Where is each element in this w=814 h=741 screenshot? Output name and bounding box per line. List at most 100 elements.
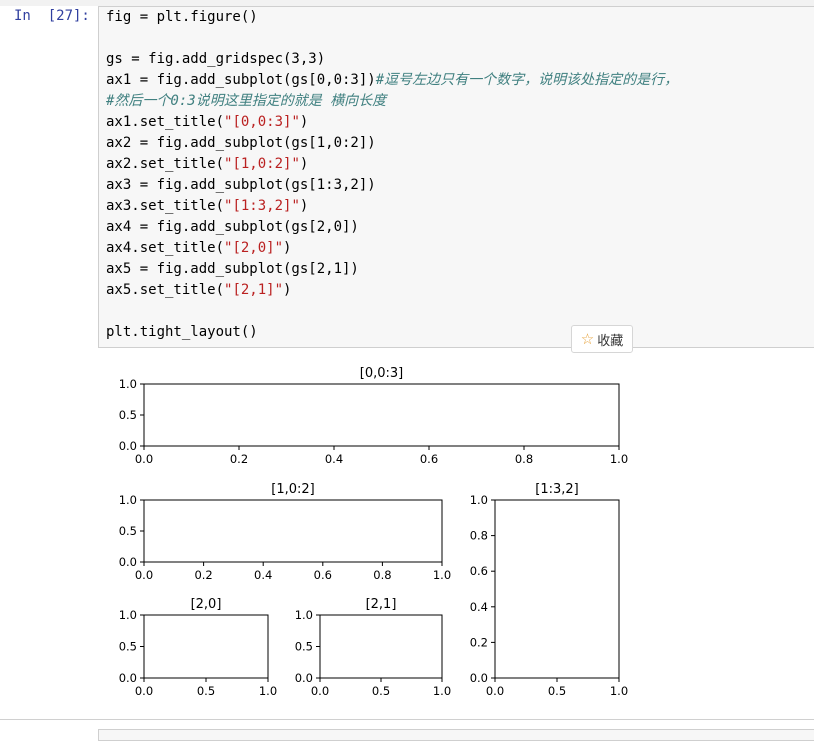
axes-frame bbox=[143, 614, 269, 679]
code-token: fig = plt.figure() bbox=[106, 9, 258, 25]
subplot-title: [1,0:2] bbox=[271, 482, 314, 497]
code-comment: #逗号左边只有一个数字，说明该处指定的是行， bbox=[375, 72, 679, 88]
code-token: ax2.set_title( bbox=[106, 156, 225, 172]
subplot-title: [2,0] bbox=[191, 597, 222, 612]
code-line: #然后一个0:3说明这里指定的就是 横向长度 bbox=[106, 91, 678, 112]
code-line: ax1 = fig.add_subplot(gs[0,0:3])#逗号左边只有一… bbox=[106, 70, 678, 91]
subplot-4: [2,0] 0.0 0.5 1.0 0.0 0.5 1.0 bbox=[119, 597, 277, 698]
code-editor[interactable]: fig = plt.figure() gs = fig.add_gridspec(… bbox=[106, 7, 678, 343]
y-tick-label: 1.0 bbox=[295, 608, 313, 622]
code-token: ) bbox=[283, 240, 292, 256]
x-tick-label: 1.0 bbox=[433, 568, 451, 582]
axes-frame bbox=[319, 614, 443, 679]
x-tick-label: 0.4 bbox=[254, 568, 272, 582]
x-tick-label: 0.4 bbox=[325, 452, 343, 466]
subplot-1: [0,0:3] 0.0 0.2 0.4 0.6 0.8 1.0 0.0 0.5 1.0 bbox=[119, 366, 628, 466]
code-string: "[0,0:3]" bbox=[224, 114, 300, 130]
code-cell-input[interactable]: fig = plt.figure() gs = fig.add_gridspec(… bbox=[98, 6, 814, 348]
y-tick-label: 0.5 bbox=[119, 640, 137, 654]
subplots-figure: [0,0:3]0.0 0.2 0.4 0.6 0.8 1.00.00.51.0[1,0:2… bbox=[119, 366, 628, 698]
y-tick-label: 0.5 bbox=[119, 408, 137, 422]
x-tick-label: 0.2 bbox=[194, 568, 212, 582]
x-tick-label: 0.0 bbox=[135, 684, 153, 698]
x-tick-label: 1.0 bbox=[610, 452, 628, 466]
cell-divider bbox=[0, 719, 814, 720]
code-token: ) bbox=[299, 198, 309, 214]
code-comment: #然后一个0:3说明这里指定的就是 横向长度 bbox=[106, 93, 387, 109]
y-tick-label: 1.0 bbox=[119, 493, 137, 507]
y-tick-label: 0.4 bbox=[470, 600, 488, 614]
x-tick-label: 0.5 bbox=[548, 684, 566, 698]
code-token: ax3.set_title( bbox=[106, 198, 225, 214]
code-line: ax3 = fig.add_subplot(gs[1:3,2]) bbox=[106, 175, 678, 196]
x-tick-label: 0.8 bbox=[515, 452, 533, 466]
code-line: ax5.set_title("[2,1]") bbox=[106, 280, 678, 301]
code-token: ax3 = fig.add_subplot(gs[1:3,2]) bbox=[106, 177, 376, 193]
x-tick-label: 0.5 bbox=[372, 684, 390, 698]
x-tick-label: 1.0 bbox=[259, 684, 277, 698]
code-token: ) bbox=[299, 156, 309, 172]
favorite-button[interactable]: ☆ 收藏 bbox=[571, 325, 633, 353]
code-line: ax4.set_title("[2,0]") bbox=[106, 238, 678, 259]
axes-frame bbox=[143, 383, 620, 447]
code-token: ax5.set_title( bbox=[106, 282, 225, 298]
code-line: ax5 = fig.add_subplot(gs[2,1]) bbox=[106, 259, 678, 280]
favorite-label: 收藏 bbox=[597, 333, 624, 349]
code-line: ax4 = fig.add_subplot(gs[2,0]) bbox=[106, 217, 678, 238]
y-tick-label: 1.0 bbox=[119, 608, 137, 622]
subplot-title: [1:3,2] bbox=[535, 482, 578, 497]
code-token: ) bbox=[299, 114, 309, 130]
x-tick-label: 0.8 bbox=[373, 568, 391, 582]
y-tick-label: 0.0 bbox=[119, 671, 137, 685]
y-tick-label: 0.0 bbox=[295, 671, 313, 685]
code-token: ax4.set_title( bbox=[106, 240, 225, 256]
code-string: "[1,0:2]" bbox=[224, 156, 300, 172]
code-line: gs = fig.add_gridspec(3,3) bbox=[106, 49, 678, 70]
code-token: ax5 = fig.add_subplot(gs[2,1]) bbox=[106, 261, 359, 277]
code-token: ) bbox=[283, 282, 292, 298]
x-tick-label: 0.0 bbox=[311, 684, 329, 698]
code-string: "[1:3,2]" bbox=[224, 198, 300, 214]
code-line: fig = plt.figure() bbox=[106, 7, 678, 28]
x-tick-label: 0.0 bbox=[135, 568, 153, 582]
code-string: "[2,0]" bbox=[224, 240, 284, 256]
x-tick-label: 0.5 bbox=[197, 684, 215, 698]
star-outline-icon: ☆ bbox=[580, 329, 595, 348]
subplot-title: [0,0:3] bbox=[360, 366, 403, 381]
y-tick-label: 0.0 bbox=[119, 555, 137, 569]
code-token: ax2 = fig.add_subplot(gs[1,0:2]) bbox=[106, 135, 376, 151]
code-line: ax2 = fig.add_subplot(gs[1,0:2]) bbox=[106, 133, 678, 154]
x-tick-label: 1.0 bbox=[433, 684, 451, 698]
y-tick-label: 0.0 bbox=[119, 439, 137, 453]
x-tick-label: 0.2 bbox=[230, 452, 248, 466]
code-token: plt.tight_layout() bbox=[106, 324, 258, 340]
code-string: "[2,1]" bbox=[224, 282, 284, 298]
x-tick-label: 0.6 bbox=[314, 568, 332, 582]
y-tick-label: 0.6 bbox=[470, 564, 488, 578]
y-tick-label: 0.5 bbox=[119, 524, 137, 538]
y-tick-label: 0.0 bbox=[470, 671, 488, 685]
code-token: gs = fig.add_gridspec(3,3) bbox=[106, 51, 326, 67]
x-tick-label: 0.0 bbox=[135, 452, 153, 466]
subplot-2: [1,0:2] 0.0 0.2 0.4 0.6 0.8 1.0 0.0 0.5 1.0 bbox=[119, 482, 451, 582]
y-tick-label: 1.0 bbox=[470, 493, 488, 507]
y-tick-label: 0.8 bbox=[470, 529, 488, 543]
subplot-3: [1:3,2] 0.0 0.5 1.0 0.0 0.2 0.4 0.6 0.8 1.0 bbox=[470, 482, 628, 698]
axes-frame bbox=[494, 499, 620, 679]
output-figure: [0,0:3] 0.0 0.2 0.4 0.6 0.8 1.0 0.0 0.5 1.0 [1,0:2… bbox=[100, 355, 640, 704]
y-tick-label: 0.2 bbox=[470, 635, 488, 649]
cell-prompt: In [27]: bbox=[14, 8, 90, 24]
code-line: ax2.set_title("[1,0:2]") bbox=[106, 154, 678, 175]
next-code-cell[interactable] bbox=[98, 729, 814, 741]
code-line: ax3.set_title("[1:3,2]") bbox=[106, 196, 678, 217]
subplot-5: [2,1] 0.0 0.5 1.0 0.0 0.5 1.0 bbox=[295, 597, 451, 698]
code-token: ax1.set_title( bbox=[106, 114, 225, 130]
subplot-title: [2,1] bbox=[366, 597, 397, 612]
code-line: ax1.set_title("[0,0:3]") bbox=[106, 112, 678, 133]
x-tick-label: 0.0 bbox=[486, 684, 504, 698]
x-tick-label: 0.6 bbox=[420, 452, 438, 466]
axes-frame bbox=[143, 499, 443, 563]
x-tick-label: 1.0 bbox=[610, 684, 628, 698]
